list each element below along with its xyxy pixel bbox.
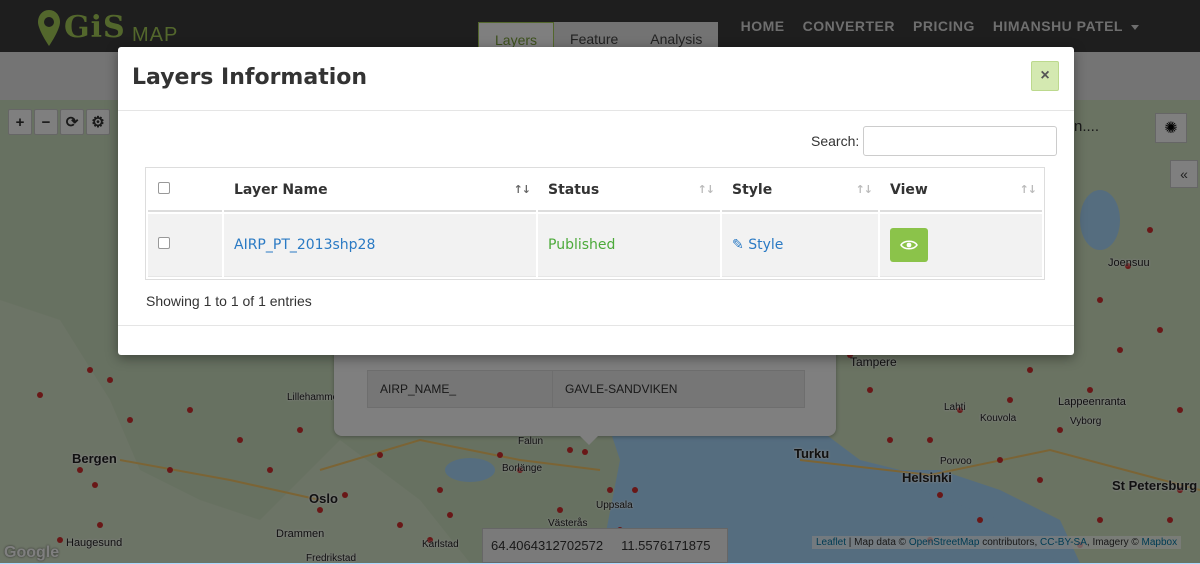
search-input[interactable] [863,126,1057,156]
sort-icon: ↑↓ [1019,183,1037,196]
layer-name-link[interactable]: AIRP_PT_2013shp28 [234,237,375,253]
row-select-cell [148,214,222,277]
sort-icon: ↑↓ [855,183,873,196]
view-button[interactable] [890,228,928,262]
view-cell [880,214,1042,277]
eye-icon [900,240,918,250]
column-header-layer-name[interactable]: Layer Name ↑↓ [224,170,536,212]
style-label: Style [748,237,784,253]
close-button[interactable]: × [1031,61,1059,91]
row-checkbox[interactable] [158,237,170,249]
sort-icon: ↑↓ [697,183,715,196]
style-link[interactable]: ✎ Style [732,237,783,253]
layers-table: Layer Name ↑↓ Status ↑↓ Style ↑↓ View ↑↓ AIR… [145,167,1045,280]
status-cell: Published [538,214,720,277]
layer-name-cell: AIRP_PT_2013shp28 [224,214,536,277]
column-header-view[interactable]: View ↑↓ [880,170,1042,212]
table-header-row: Layer Name ↑↓ Status ↑↓ Style ↑↓ View ↑↓ [148,170,1042,212]
modal-header: Layers Information × [118,47,1074,111]
column-label: Layer Name [234,182,328,198]
style-cell: ✎ Style [722,214,878,277]
layers-information-modal: Layers Information × Search: Layer Name ↑… [118,47,1074,355]
column-header-status[interactable]: Status ↑↓ [538,170,720,212]
sort-icon: ↑↓ [513,183,531,196]
column-header-style[interactable]: Style ↑↓ [722,170,878,212]
modal-footer [118,325,1074,326]
select-all-header [148,170,222,212]
search-label: Search: [811,133,860,149]
table-row: AIRP_PT_2013shp28 Published ✎ Style [148,214,1042,277]
column-label: Style [732,182,773,198]
table-info: Showing 1 to 1 of 1 entries [146,293,312,309]
edit-icon: ✎ [732,237,749,253]
status-badge: Published [548,237,616,253]
modal-title: Layers Information [132,65,368,90]
column-label: Status [548,182,600,198]
select-all-checkbox[interactable] [158,182,170,194]
column-label: View [890,182,928,198]
